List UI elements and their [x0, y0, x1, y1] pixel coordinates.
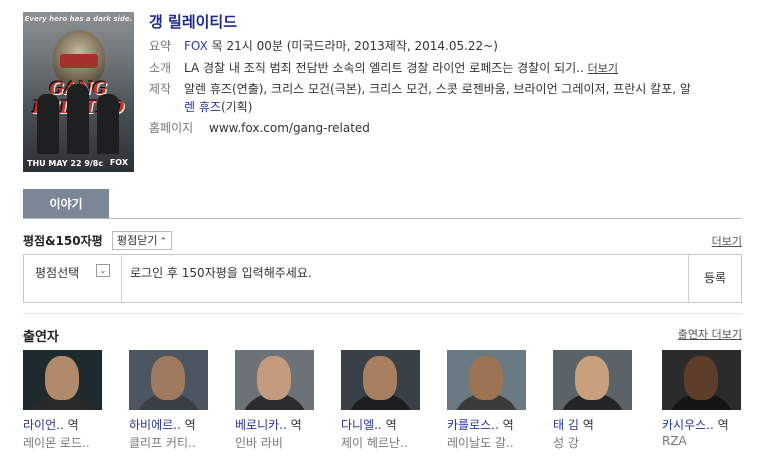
cast-photo-face [45, 356, 79, 400]
cast-photo[interactable] [447, 350, 526, 410]
cast-member[interactable]: 다니엘.. 역 제이 헤르난.. [341, 350, 420, 451]
synopsis-more-link[interactable]: 더보기 [588, 62, 618, 75]
cast-photo[interactable] [235, 350, 314, 410]
review-input[interactable]: 로그인 후 150자평을 입력해주세요. [130, 264, 312, 281]
cast-role: 역 [286, 418, 302, 432]
show-title[interactable]: 갱 릴레이티드 [149, 11, 237, 32]
cast-photo-face [363, 356, 397, 400]
cast-role: 역 [180, 418, 196, 432]
cast-actor[interactable]: 제이 헤르난.. [341, 434, 420, 451]
cast-role: 역 [713, 418, 729, 432]
cast-more-link[interactable]: 출연자 더보기 [678, 326, 742, 342]
rating-select-label: 평점선택 [35, 266, 80, 280]
cast-photo[interactable] [129, 350, 208, 410]
cast-photo[interactable] [662, 350, 741, 410]
cast-member[interactable]: 베로니카.. 역 인바 라비 [235, 350, 314, 451]
ratings-more-link[interactable]: 더보기 [712, 233, 742, 249]
cast-photo-face [257, 356, 291, 400]
cast-photo[interactable] [23, 350, 102, 410]
production-credits[interactable]: 알렌 휴즈(연출), 크리스 모건(극본), 크리스 모건, 스콧 로젠바움, … [184, 80, 691, 98]
cast-photo-face [151, 356, 185, 400]
cast-actor[interactable]: 클리프 커티.. [129, 434, 208, 451]
cast-actor[interactable]: 레이날도 갈.. [447, 434, 526, 451]
show-poster[interactable]: Every hero has a dark side. GANG RELATED… [23, 12, 134, 172]
submit-button[interactable]: 등록 [688, 255, 741, 302]
chevron-up-icon: ⌃ [159, 237, 168, 247]
cast-photo-face [575, 356, 609, 400]
cast-role: 역 [578, 418, 594, 432]
cast-character[interactable]: 카시우스.. [662, 418, 714, 432]
synopsis-label: 소개 [149, 61, 172, 75]
cast-photo-face [684, 356, 718, 400]
chevron-down-icon[interactable]: ⌄ [96, 264, 110, 277]
poster-figure [37, 94, 59, 154]
ratings-toggle-button[interactable]: 평점닫기 ⌃ [112, 231, 173, 250]
poster-bandana-art [60, 54, 98, 68]
ratings-title: 평점&150자평 [23, 234, 103, 248]
summary-text: 목 21시 00분 (미국드라마, 2013제작, 2014.05.22~) [207, 39, 498, 53]
cast-character[interactable]: 카를로스.. [447, 418, 499, 432]
cast-photo[interactable] [553, 350, 632, 410]
cast-role: 역 [381, 418, 397, 432]
section-divider [23, 313, 742, 314]
poster-tagline: Every hero has a dark side. [24, 15, 133, 23]
homepage-label: 홈페이지 [149, 121, 194, 135]
cast-actor[interactable]: 인바 라비 [235, 434, 314, 451]
cast-member[interactable]: 카시우스.. 역 RZA [662, 350, 741, 448]
rating-select[interactable]: 평점선택 ⌄ [24, 255, 122, 302]
cast-role: 역 [498, 418, 514, 432]
cast-photo-face [469, 356, 503, 400]
cast-character[interactable]: 라이언.. [23, 418, 64, 432]
poster-figure [67, 84, 89, 154]
production-credit-name[interactable]: 렌 휴즈 [184, 100, 221, 114]
cast-member[interactable]: 태 김 역 성 강 [553, 350, 632, 451]
production-label: 제작 [149, 82, 172, 96]
cast-actor[interactable]: 성 강 [553, 434, 632, 451]
tab-divider [23, 218, 742, 219]
cast-actor[interactable]: 레이몬 로드.. [23, 434, 102, 451]
poster-network: FOX [109, 158, 128, 167]
cast-actor[interactable]: RZA [662, 434, 741, 448]
synopsis-text: LA 경찰 내 조직 범죄 전담반 소속의 엘리트 경찰 라이언 로페즈는 경찰… [184, 61, 584, 75]
poster-date: THU MAY 22 9/8c [27, 159, 104, 168]
cast-member[interactable]: 카를로스.. 역 레이날도 갈.. [447, 350, 526, 451]
cast-member[interactable]: 하비에르.. 역 클리프 커티.. [129, 350, 208, 451]
production-credit-role: (기획) [220, 100, 253, 114]
summary-label: 요약 [149, 39, 172, 53]
network-link[interactable]: FOX [184, 39, 208, 53]
cast-character[interactable]: 베로니카.. [235, 418, 287, 432]
cast-member[interactable]: 라이언.. 역 레이몬 로드.. [23, 350, 102, 451]
homepage-link[interactable]: www.fox.com/gang-related [209, 119, 370, 137]
cast-photo[interactable] [341, 350, 420, 410]
cast-role: 역 [63, 418, 79, 432]
cast-title: 출연자 [23, 330, 59, 345]
cast-character[interactable]: 태 김 [553, 418, 579, 432]
cast-character[interactable]: 하비에르.. [129, 418, 181, 432]
cast-character[interactable]: 다니엘.. [341, 418, 382, 432]
rating-form: 평점선택 ⌄ 로그인 후 150자평을 입력해주세요. 등록 [23, 254, 742, 303]
tab-story[interactable]: 이야기 [23, 189, 109, 219]
poster-figure [97, 94, 119, 154]
ratings-toggle-label: 평점닫기 [117, 234, 158, 247]
